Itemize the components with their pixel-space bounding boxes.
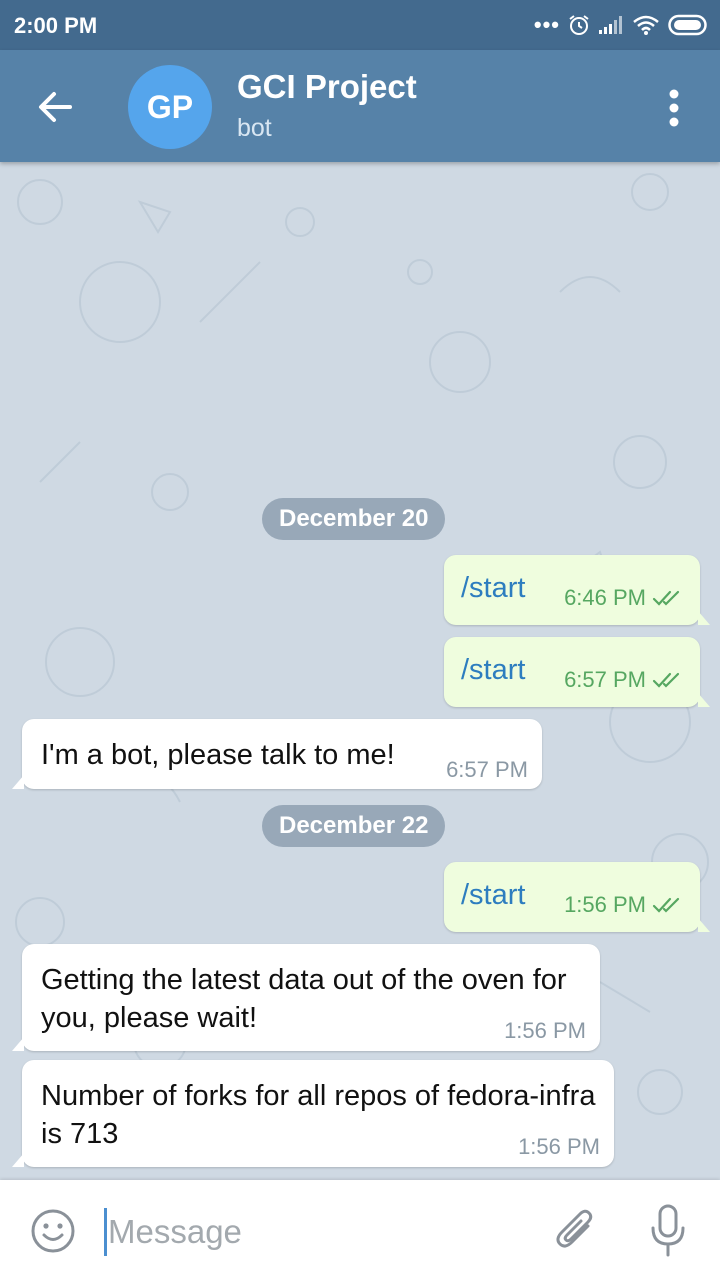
incoming-message[interactable]: Getting the latest data out of the oven …	[12, 944, 600, 1051]
more-vertical-icon[interactable]	[662, 88, 686, 128]
bubble-tail	[12, 775, 24, 789]
smile-icon[interactable]	[30, 1208, 76, 1254]
date-separator: December 22	[262, 805, 446, 847]
message-meta: 6:46 PM	[564, 585, 684, 611]
paperclip-icon[interactable]	[552, 1206, 600, 1256]
double-check-icon	[652, 590, 680, 606]
bubble-tail	[698, 611, 710, 625]
date-separator: December 20	[262, 498, 446, 540]
command-link[interactable]: /start	[461, 654, 525, 687]
text-cursor	[104, 1208, 107, 1256]
bubble-tail	[698, 693, 710, 707]
message-text: I'm a bot, please talk to me!	[41, 739, 395, 771]
date-separator-text: December 20	[279, 505, 429, 532]
bubble-tail	[12, 1153, 24, 1167]
outgoing-message[interactable]: /start 1:56 PM	[444, 862, 710, 932]
double-check-icon	[652, 672, 680, 688]
microphone-icon[interactable]	[648, 1204, 688, 1258]
message-time: 6:57 PM	[446, 757, 528, 782]
command-link[interactable]: /start	[461, 879, 525, 912]
message-input[interactable]	[108, 1206, 528, 1258]
chat-header: GP GCI Project bot	[0, 50, 720, 162]
chat-title[interactable]: GCI Project	[237, 68, 417, 106]
message-time: 1:56 PM	[518, 1134, 600, 1159]
double-check-icon	[652, 897, 680, 913]
incoming-message[interactable]: Number of forks for all repos of fedora-…	[12, 1060, 614, 1167]
alarm-icon	[569, 15, 589, 35]
avatar[interactable]: GP	[128, 65, 212, 149]
date-separator-text: December 22	[279, 812, 429, 839]
status-bar: 2:00 PM •••	[0, 0, 720, 50]
incoming-message[interactable]: I'm a bot, please talk to me! 6:57 PM	[12, 719, 542, 789]
chat-subtitle: bot	[237, 114, 272, 142]
outgoing-message[interactable]: /start 6:46 PM	[444, 555, 710, 625]
status-icons: •••	[534, 10, 708, 40]
message-time: 1:56 PM	[564, 892, 646, 917]
more-dots-icon: •••	[533, 12, 560, 37]
command-link[interactable]: /start	[461, 572, 525, 605]
message-time: 6:46 PM	[564, 585, 646, 610]
chat-area[interactable]: December 20 /start 6:46 PM /start 6:57 P…	[0, 162, 720, 1180]
signal-icon	[599, 16, 622, 34]
message-composer	[0, 1180, 720, 1280]
message-time: 1:56 PM	[504, 1018, 586, 1043]
outgoing-message[interactable]: /start 6:57 PM	[444, 637, 710, 707]
message-time: 6:57 PM	[564, 667, 646, 692]
battery-icon	[668, 14, 707, 36]
message-meta: 6:57 PM	[564, 667, 684, 693]
bubble-tail	[698, 918, 710, 932]
bubble-tail	[12, 1037, 24, 1051]
back-arrow-icon[interactable]	[30, 82, 80, 132]
status-time: 2:00 PM	[14, 13, 98, 38]
message-meta: 1:56 PM	[564, 892, 684, 918]
wifi-icon	[633, 15, 659, 35]
